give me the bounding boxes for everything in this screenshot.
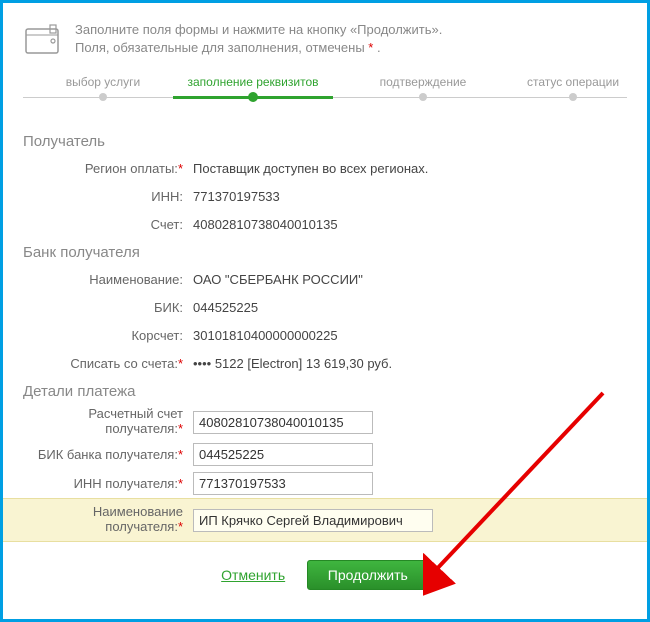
value-bank-name: ОАО "СБЕРБАНК РОССИИ" [193, 272, 627, 287]
value-inn: 771370197533 [193, 189, 627, 204]
label-from-account: Списать со счета:* [23, 356, 193, 372]
steps-bar: выбор услуги заполнение реквизитов подтв… [23, 75, 627, 115]
continue-button[interactable]: Продолжить [307, 560, 429, 590]
form-header: Заполните поля формы и нажмите на кнопку… [3, 3, 647, 67]
row-bik: БИК: 044525225 [3, 293, 647, 321]
row-rec-bik: БИК банка получателя:* [3, 440, 647, 469]
section-bank: Банк получателя [3, 238, 647, 265]
value-region: Поставщик доступен во всех регионах. [193, 161, 627, 176]
row-kor-account: Корсчет: 30101810400000000225 [3, 321, 647, 349]
section-details: Детали платежа [3, 377, 647, 404]
row-rec-name: Наименование получателя:* [3, 498, 647, 542]
row-region: Регион оплаты:* Поставщик доступен во вс… [3, 154, 647, 182]
row-inn: ИНН: 771370197533 [3, 182, 647, 210]
header-line2: Поля, обязательные для заполнения, отмеч… [75, 39, 442, 57]
label-rec-bik: БИК банка получателя:* [23, 447, 193, 463]
value-from-account: •••• 5122 [Electron] 13 619,30 руб. [193, 356, 627, 371]
form-actions: Отменить Продолжить [3, 542, 647, 608]
value-kor-account: 30101810400000000225 [193, 328, 627, 343]
row-rec-account: Расчетный счет получателя:* [3, 404, 647, 440]
label-bank-name: Наименование: [23, 272, 193, 288]
step-fill-details: заполнение реквизитов [173, 75, 333, 89]
value-account: 40802810738040010135 [193, 217, 627, 232]
step-confirmation: подтверждение [363, 75, 483, 89]
label-rec-inn: ИНН получателя:* [23, 476, 193, 492]
wallet-icon [23, 21, 63, 57]
header-instructions: Заполните поля формы и нажмите на кнопку… [75, 21, 442, 57]
step-status: статус операции [513, 75, 633, 89]
label-account: Счет: [23, 217, 193, 233]
label-region: Регион оплаты:* [23, 161, 193, 177]
row-rec-inn: ИНН получателя:* [3, 469, 647, 498]
section-recipient: Получатель [3, 127, 647, 154]
payment-form-window: Заполните поля формы и нажмите на кнопку… [0, 0, 650, 622]
header-line1: Заполните поля формы и нажмите на кнопку… [75, 21, 442, 39]
label-bik: БИК: [23, 300, 193, 316]
row-account: Счет: 40802810738040010135 [3, 210, 647, 238]
step-select-service: выбор услуги [53, 75, 153, 89]
label-inn: ИНН: [23, 189, 193, 205]
input-rec-name[interactable] [193, 509, 433, 532]
label-rec-name: Наименование получателя:* [23, 505, 193, 535]
value-bik: 044525225 [193, 300, 627, 315]
input-rec-inn[interactable] [193, 472, 373, 495]
cancel-link[interactable]: Отменить [221, 567, 285, 583]
row-from-account: Списать со счета:* •••• 5122 [Electron] … [3, 349, 647, 377]
label-kor-account: Корсчет: [23, 328, 193, 344]
input-rec-account[interactable] [193, 411, 373, 434]
label-rec-account: Расчетный счет получателя:* [23, 407, 193, 437]
input-rec-bik[interactable] [193, 443, 373, 466]
row-bank-name: Наименование: ОАО "СБЕРБАНК РОССИИ" [3, 265, 647, 293]
